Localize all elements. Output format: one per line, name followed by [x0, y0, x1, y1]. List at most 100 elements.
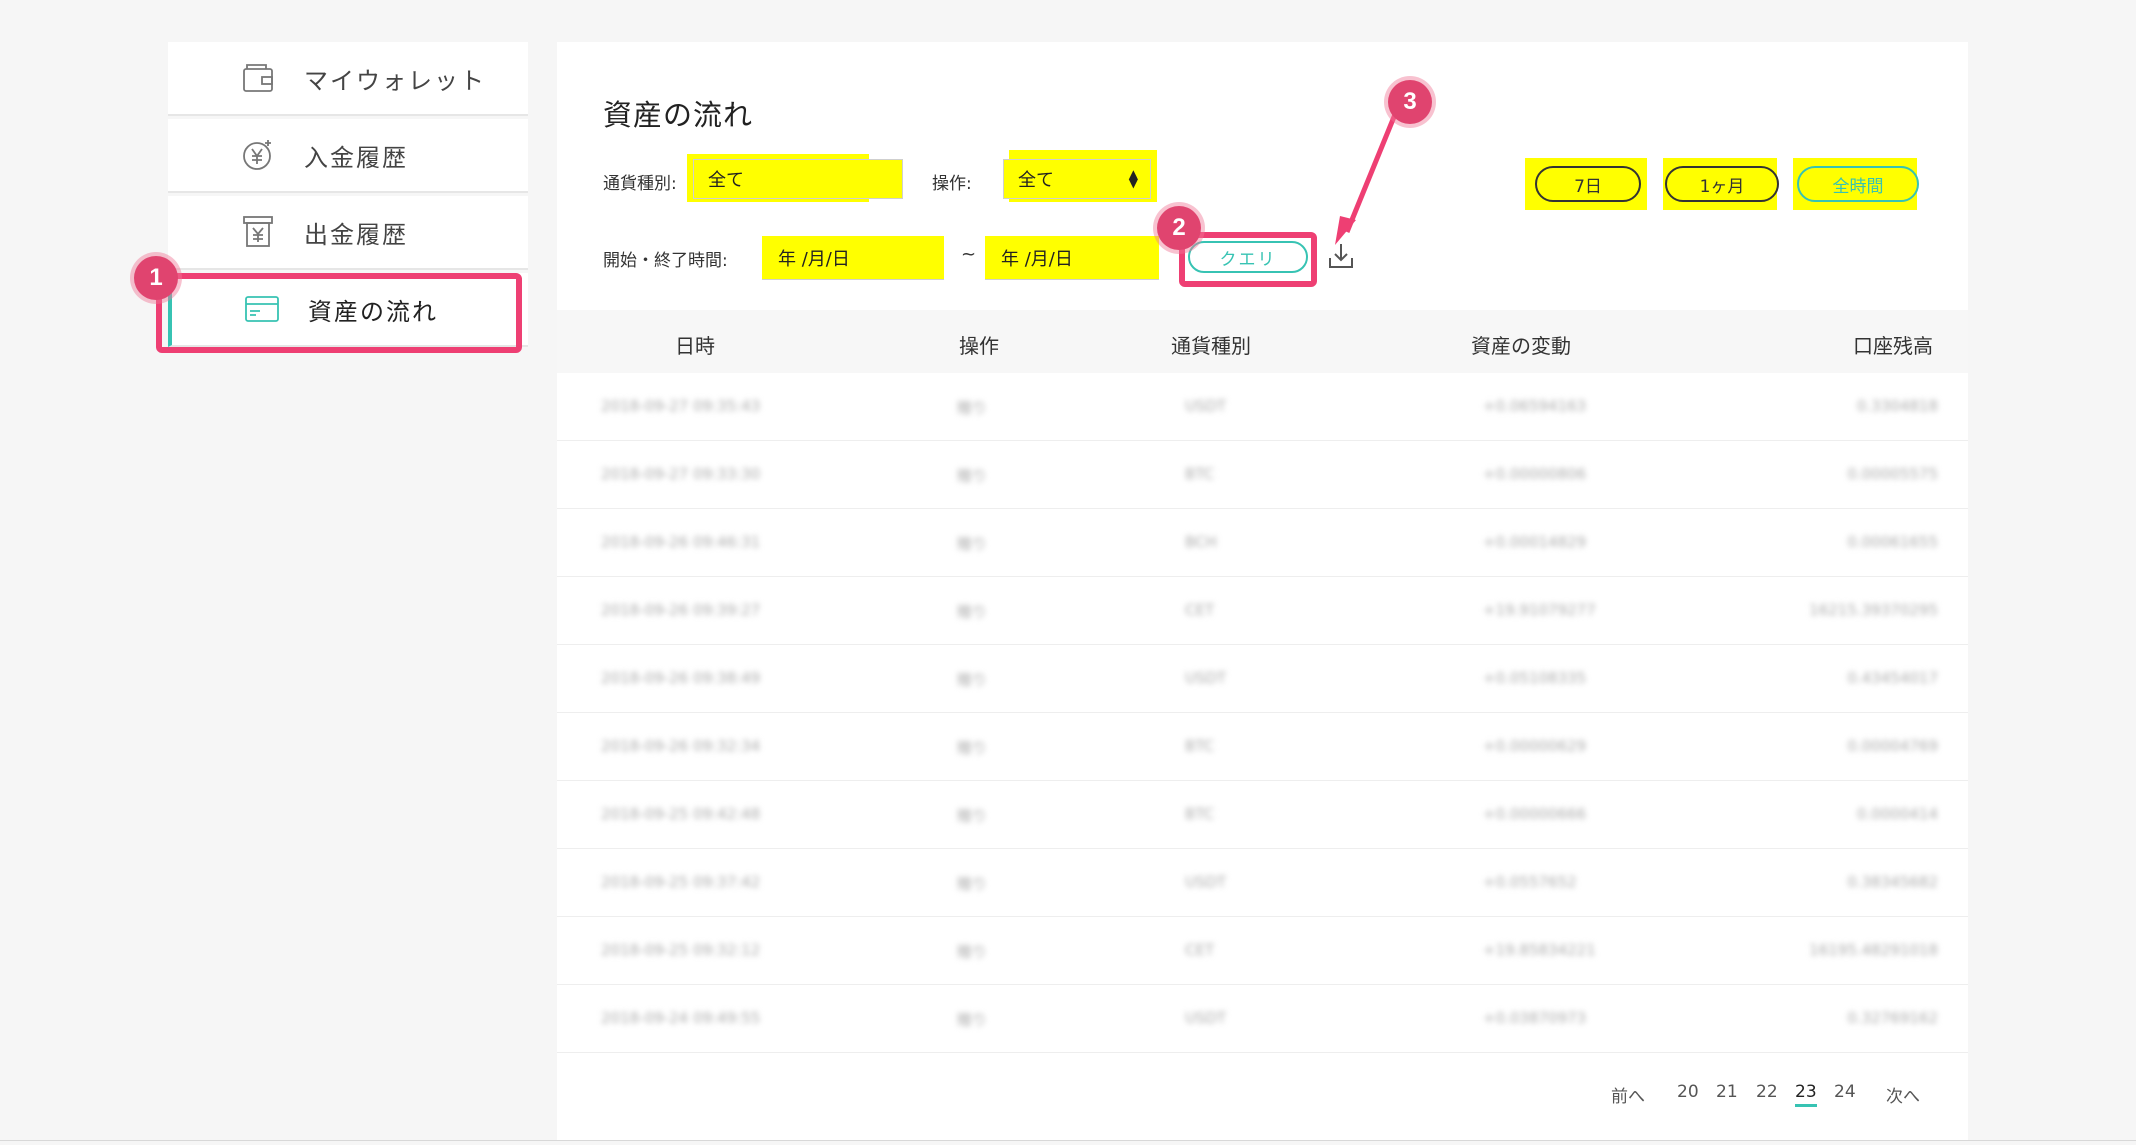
table-cell: BCH: [1185, 533, 1217, 551]
table-cell: +19.91079277: [1483, 601, 1596, 619]
withdraw-yen-icon: [240, 214, 276, 250]
table-cell: 贈り: [957, 603, 988, 621]
table-cell: 贈り: [957, 467, 988, 485]
currency-filter-label: 通貨種別:: [603, 174, 677, 194]
table-cell: +0.0557652: [1483, 873, 1577, 891]
table-cell: 2018-09-26 09:32:34: [601, 737, 761, 755]
callout-badge-2: 2: [1157, 206, 1201, 250]
wallet-icon: [240, 60, 276, 96]
sidebar-item-withdraw-history[interactable]: 出金履歴: [168, 196, 528, 270]
sort-arrows-icon: ▲ ▼: [1128, 167, 1138, 190]
table-row: 2018-09-25 09:32:12 贈り CET +19.85834221 1619…: [557, 917, 1968, 985]
table-header: 日時 操作 通貨種別 資産の変動 口座残高: [557, 310, 1968, 373]
col-header-operation: 操作: [959, 334, 999, 358]
table-cell: 2018-09-25 09:37:42: [601, 873, 761, 891]
callout-badge-1: 1: [134, 256, 178, 300]
table-cell: CET: [1185, 601, 1215, 619]
table-cell: 2018-09-26 09:39:27: [601, 601, 761, 619]
table-cell: +19.85834221: [1483, 941, 1596, 959]
table-cell: CET: [1185, 941, 1215, 959]
table-cell: 2018-09-25 09:32:12: [601, 941, 761, 959]
table-cell: USDT: [1185, 873, 1227, 891]
end-date-placeholder: 年 /月/日: [1001, 248, 1073, 270]
pagination-page-24[interactable]: 24: [1834, 1082, 1856, 1102]
table-cell: 0.0000414: [1856, 805, 1938, 823]
pagination-page-23[interactable]: 23: [1795, 1082, 1817, 1107]
table-cell: 2018-09-26 09:38:49: [601, 669, 761, 687]
table-row: 2018-09-25 09:42:48 贈り BTC +0.00000666 0.000…: [557, 781, 1968, 849]
sidebar-item-my-wallet[interactable]: マイウォレット: [168, 42, 528, 116]
table-cell: 2018-09-27 09:33:30: [601, 465, 761, 483]
table-cell: 贈り: [957, 399, 988, 417]
pagination-next[interactable]: 次へ: [1886, 1082, 1920, 1107]
table-cell: 2018-09-27 09:35:43: [601, 397, 761, 415]
table-cell: USDT: [1185, 397, 1227, 415]
operation-filter-label: 操作:: [932, 174, 972, 194]
table-row: 2018-09-27 09:33:30 贈り BTC +0.00000806 0.000…: [557, 441, 1968, 509]
deposit-yen-icon: [240, 137, 276, 173]
pagination-page-21[interactable]: 21: [1716, 1082, 1738, 1102]
callout-badge-3: 3: [1388, 80, 1432, 124]
col-header-balance: 口座残高: [1853, 334, 1933, 358]
col-header-asset-change: 資産の変動: [1471, 334, 1571, 358]
operation-select-value: 全て: [1018, 170, 1054, 191]
currency-select[interactable]: 全て: [693, 159, 903, 199]
table-cell: 贈り: [957, 671, 988, 689]
range-7-days-button[interactable]: 7日: [1535, 166, 1641, 202]
range-all-time-button[interactable]: 全時間: [1797, 166, 1919, 202]
table-cell: 贈り: [957, 875, 988, 893]
sidebar-item-deposit-history[interactable]: 入金履歴: [168, 119, 528, 193]
time-range-label: 開始・終了時間:: [603, 251, 728, 271]
table-row: 2018-09-24 09:49:55 贈り USDT +0.03870973 0.32…: [557, 985, 1968, 1053]
table-cell: +0.00000666: [1483, 805, 1587, 823]
table-row: 2018-09-27 09:35:43 贈り USDT +0.06594163 0.33…: [557, 373, 1968, 441]
currency-select-value: 全て: [708, 170, 744, 191]
table-row: 2018-09-26 09:32:34 贈り BTC +0.00000629 0.000…: [557, 713, 1968, 781]
table-cell: 2018-09-26 09:46:31: [601, 533, 761, 551]
callout-arrow: [1335, 111, 1399, 245]
pagination-prev[interactable]: 前へ: [1611, 1082, 1645, 1107]
table-row: 2018-09-26 09:46:31 贈り BCH +0.00014829 0.000…: [557, 509, 1968, 577]
table-cell: +0.06594163: [1483, 397, 1587, 415]
sidebar-item-label: 出金履歴: [304, 220, 408, 249]
table-cell: +0.00000806: [1483, 465, 1587, 483]
table-cell: 2018-09-24 09:49:55: [601, 1009, 761, 1027]
table-row: 2018-09-26 09:38:49 贈り USDT +0.05108335 0.43…: [557, 645, 1968, 713]
table-cell: USDT: [1185, 669, 1227, 687]
table-cell: +0.00014829: [1483, 533, 1587, 551]
pagination-page-20[interactable]: 20: [1677, 1082, 1699, 1102]
table-cell: 0.00005575: [1847, 465, 1938, 483]
table-cell: 贈り: [957, 535, 988, 553]
table-cell: 贈り: [957, 807, 988, 825]
col-header-currency: 通貨種別: [1171, 334, 1251, 358]
table-row: 2018-09-25 09:37:42 贈り USDT +0.0557652 0.383…: [557, 849, 1968, 917]
table-cell: 2018-09-25 09:42:48: [601, 805, 761, 823]
date-range-separator: ~: [961, 244, 977, 265]
table-cell: 0.00004769: [1847, 737, 1938, 755]
page-title: 資産の流れ: [603, 98, 754, 132]
pagination-page-22[interactable]: 22: [1756, 1082, 1778, 1102]
col-header-datetime: 日時: [675, 334, 715, 358]
table-cell: BTC: [1185, 465, 1215, 483]
table-cell: 0.38345682: [1847, 873, 1938, 891]
range-1-month-button[interactable]: 1ヶ月: [1665, 166, 1779, 202]
start-date-placeholder: 年 /月/日: [778, 248, 850, 270]
table-cell: +0.03870973: [1483, 1009, 1587, 1027]
page-bottom-divider: [0, 1140, 2136, 1141]
table-cell: 0.32769162: [1847, 1009, 1938, 1027]
table-cell: 0.43454017: [1847, 669, 1938, 687]
end-date-input[interactable]: 年 /月/日: [985, 236, 1159, 280]
table-cell: 贈り: [957, 739, 988, 757]
callout-box-query: [1179, 232, 1317, 287]
start-date-input[interactable]: 年 /月/日: [762, 236, 944, 280]
table-cell: 16195.48291018: [1809, 941, 1938, 959]
table-cell: 16215.39370295: [1809, 601, 1938, 619]
table-body: 2018-09-27 09:35:43 贈り USDT +0.06594163 0.33…: [557, 373, 1968, 1053]
operation-select[interactable]: 全て ▲ ▼: [1003, 159, 1151, 199]
table-cell: 0.00061655: [1847, 533, 1938, 551]
table-row: 2018-09-26 09:39:27 贈り CET +19.91079277 1621…: [557, 577, 1968, 645]
table-cell: USDT: [1185, 1009, 1227, 1027]
table-cell: 贈り: [957, 1011, 988, 1029]
table-cell: BTC: [1185, 805, 1215, 823]
table-cell: BTC: [1185, 737, 1215, 755]
